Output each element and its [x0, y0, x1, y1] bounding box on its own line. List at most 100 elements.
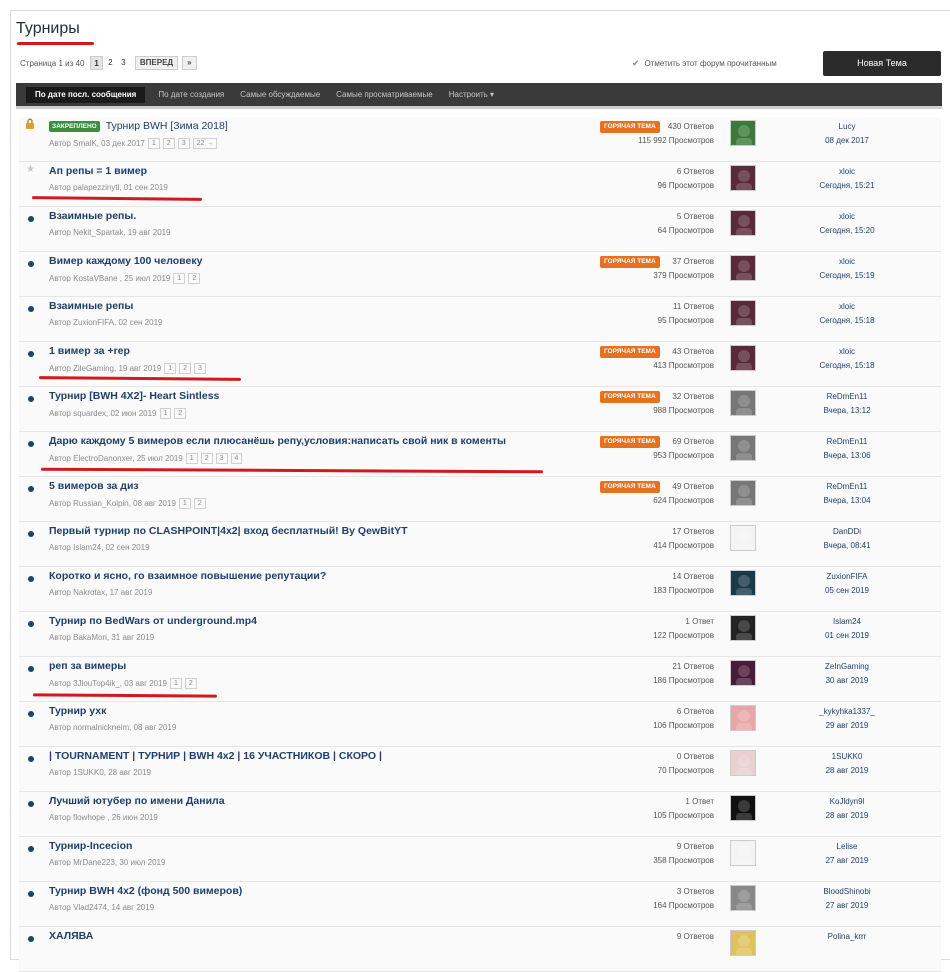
last-post-user[interactable]: Islam24: [767, 615, 927, 629]
topic-title-link[interactable]: Взаимные репы: [49, 300, 133, 312]
topic-title-link[interactable]: Взаимные репы.: [49, 210, 136, 222]
last-post-user[interactable]: xloic: [767, 210, 927, 224]
topic-title-link[interactable]: Ап репы = 1 вимер: [49, 165, 147, 177]
last-post-user[interactable]: ReDmEn11: [767, 480, 927, 494]
tab-most-viewed[interactable]: Самые просматриваемые: [329, 87, 440, 103]
avatar[interactable]: [730, 660, 756, 686]
topic-author[interactable]: Автор Vlad2474, 14 авг 2019: [49, 903, 154, 912]
avatar[interactable]: [730, 885, 756, 911]
topic-title-link[interactable]: Турнир BWH [Зима 2018]: [106, 120, 228, 132]
tab-created[interactable]: По дате создания: [151, 87, 231, 103]
topic-row[interactable]: 5 вимеров за диз Автор Russian_Kolpin, 0…: [19, 477, 941, 522]
topic-title-link[interactable]: Первый турнир по CLASHPOINT|4x2| вход бе…: [49, 525, 408, 537]
avatar[interactable]: [730, 750, 756, 776]
avatar[interactable]: [730, 210, 756, 236]
avatar[interactable]: [730, 300, 756, 326]
topic-title-link[interactable]: Вимер каждому 100 человеку: [49, 255, 202, 267]
avatar[interactable]: [730, 930, 756, 956]
avatar[interactable]: [730, 120, 756, 146]
mini-page-link[interactable]: 2: [184, 678, 197, 689]
topic-author[interactable]: Автор KostaVBane , 25 июл 2019: [49, 274, 170, 283]
mini-page-link[interactable]: 1: [170, 678, 182, 689]
topic-author[interactable]: Автор Nakrotax, 17 авг 2019: [49, 588, 152, 597]
last-post-date[interactable]: 08 дек 2017: [767, 134, 927, 148]
last-post-date[interactable]: 27 авг 2019: [767, 854, 927, 868]
last-post-date[interactable]: Сегодня, 15:18: [767, 314, 927, 328]
mini-page-link[interactable]: 3: [194, 363, 206, 374]
topic-title-link[interactable]: Турнир ухк: [49, 705, 106, 717]
last-post-date[interactable]: Сегодня, 15:19: [767, 269, 927, 283]
avatar[interactable]: [730, 705, 756, 731]
topic-title-link[interactable]: ХАЛЯВА: [49, 930, 93, 942]
tab-most-discussed[interactable]: Самые обсуждаемые: [233, 87, 327, 103]
topic-title-link[interactable]: | TOURNAMENT | ТУРНИР | BWH 4x2 | 16 УЧА…: [49, 750, 382, 762]
topic-row[interactable]: Первый турнир по CLASHPOINT|4x2| вход бе…: [19, 522, 941, 567]
last-post-date[interactable]: 27 авг 2019: [767, 899, 927, 913]
mini-page-link[interactable]: 3: [215, 453, 228, 464]
avatar[interactable]: [730, 615, 756, 641]
topic-title-link[interactable]: Лучший ютубер по имени Данила: [49, 795, 225, 807]
last-post-user[interactable]: ReDmEn11: [767, 435, 927, 449]
last-post-user[interactable]: Lelise: [767, 840, 927, 854]
topic-title-link[interactable]: Дарю каждому 5 вимеров если плюсанёшь ре…: [49, 435, 506, 447]
mini-page-link[interactable]: 1: [159, 408, 172, 419]
topic-author[interactable]: Автор flowhope , 26 июн 2019: [49, 813, 158, 822]
topic-author[interactable]: Автор Russian_Kolpin, 08 авг 2019: [49, 499, 176, 508]
topic-author[interactable]: Автор ZuxionFIFA, 02 сен 2019: [49, 318, 162, 327]
avatar[interactable]: [730, 345, 756, 371]
last-post-user[interactable]: xloic: [767, 300, 927, 314]
last-post-date[interactable]: Сегодня, 15:20: [767, 224, 927, 238]
mark-read-link[interactable]: ✔ Отметить этот форум прочитанным: [632, 55, 777, 71]
avatar[interactable]: [730, 570, 756, 596]
last-post-user[interactable]: ZuxionFIFA: [767, 570, 927, 584]
avatar[interactable]: [730, 390, 756, 416]
topic-row[interactable]: Вимер каждому 100 человеку Автор KostaVB…: [19, 252, 941, 297]
mini-page-link[interactable]: 2: [162, 138, 175, 149]
new-topic-button[interactable]: Новая Тема: [823, 51, 941, 76]
mini-page-link[interactable]: 2: [200, 453, 213, 464]
tab-last-post[interactable]: По дате посл. сообщения: [26, 86, 146, 103]
topic-row[interactable]: Турнир ухк Автор normalnickneim, 08 авг …: [19, 702, 941, 747]
last-post-user[interactable]: xloic: [767, 255, 927, 269]
topic-row[interactable]: ЗАКРЕПЛЕНО Турнир BWH [Зима 2018] Автор S…: [19, 117, 941, 162]
avatar[interactable]: [730, 795, 756, 821]
next-page-button[interactable]: ВПЕРЕД: [134, 56, 179, 70]
page-3-button[interactable]: 3: [118, 56, 129, 70]
topic-row[interactable]: Турнир [BWH 4X2]- Heart Sintless Автор s…: [19, 387, 941, 432]
topic-author[interactable]: Автор 1SUKK0, 28 авг 2019: [49, 768, 151, 777]
topic-author[interactable]: Автор ZileGaming, 19 авг 2019: [49, 364, 161, 373]
topic-author[interactable]: Автор MrDane223, 30 июл 2019: [49, 858, 165, 867]
last-post-date[interactable]: 01 сен 2019: [767, 629, 927, 643]
topic-row[interactable]: | TOURNAMENT | ТУРНИР | BWH 4x2 | 16 УЧА…: [19, 747, 941, 792]
last-post-date[interactable]: Сегодня, 15:21: [767, 179, 927, 193]
topic-row[interactable]: ХАЛЯВА 9 Ответов Polina_krrr: [19, 927, 941, 972]
mini-page-link[interactable]: 2: [174, 408, 187, 419]
last-post-user[interactable]: BloodShinobi: [767, 885, 927, 899]
mini-page-link[interactable]: 1: [147, 138, 160, 149]
last-post-user[interactable]: DanDDi: [767, 525, 927, 539]
topic-row[interactable]: Турнир по BedWars от underground.mp4 Авт…: [19, 612, 941, 657]
last-post-user[interactable]: xloic: [767, 165, 927, 179]
last-post-user[interactable]: KoJldyn9l: [767, 795, 927, 809]
last-post-user[interactable]: ZeInGaming: [767, 660, 927, 674]
mini-page-link[interactable]: 22 →: [192, 138, 218, 149]
last-post-user[interactable]: Polina_krrr: [767, 930, 927, 944]
last-post-user[interactable]: 1SUKK0: [767, 750, 927, 764]
topic-author[interactable]: Автор Nekit_Spartak, 19 авг 2019: [49, 228, 171, 237]
avatar[interactable]: [730, 435, 756, 461]
topic-row[interactable]: Турнир BWH 4x2 (фонд 500 вимеров) Автор …: [19, 882, 941, 927]
last-post-user[interactable]: xloic: [767, 345, 927, 359]
topic-author[interactable]: Автор BakaMori, 31 авг 2019: [49, 633, 154, 642]
last-post-user[interactable]: ReDmEn11: [767, 390, 927, 404]
last-post-date[interactable]: 30 авг 2019: [767, 674, 927, 688]
mini-page-link[interactable]: 2: [193, 498, 206, 509]
topic-title-link[interactable]: Турнир по BedWars от underground.mp4: [49, 615, 257, 627]
last-post-date[interactable]: Вчера, 13:06: [767, 449, 927, 463]
last-post-user[interactable]: Lucy: [767, 120, 927, 134]
last-post-date[interactable]: 29 авг 2019: [767, 719, 927, 733]
topic-title-link[interactable]: Коротко и ясно, го взаимное повышение ре…: [49, 570, 326, 582]
topic-author[interactable]: Автор Islam24, 02 сен 2019: [49, 543, 150, 552]
topic-row[interactable]: Лучший ютубер по имени Данила Автор flow…: [19, 792, 941, 837]
last-post-date[interactable]: Вчера, 08:41: [767, 539, 927, 553]
topic-title-link[interactable]: реп за вимеры: [49, 660, 126, 672]
